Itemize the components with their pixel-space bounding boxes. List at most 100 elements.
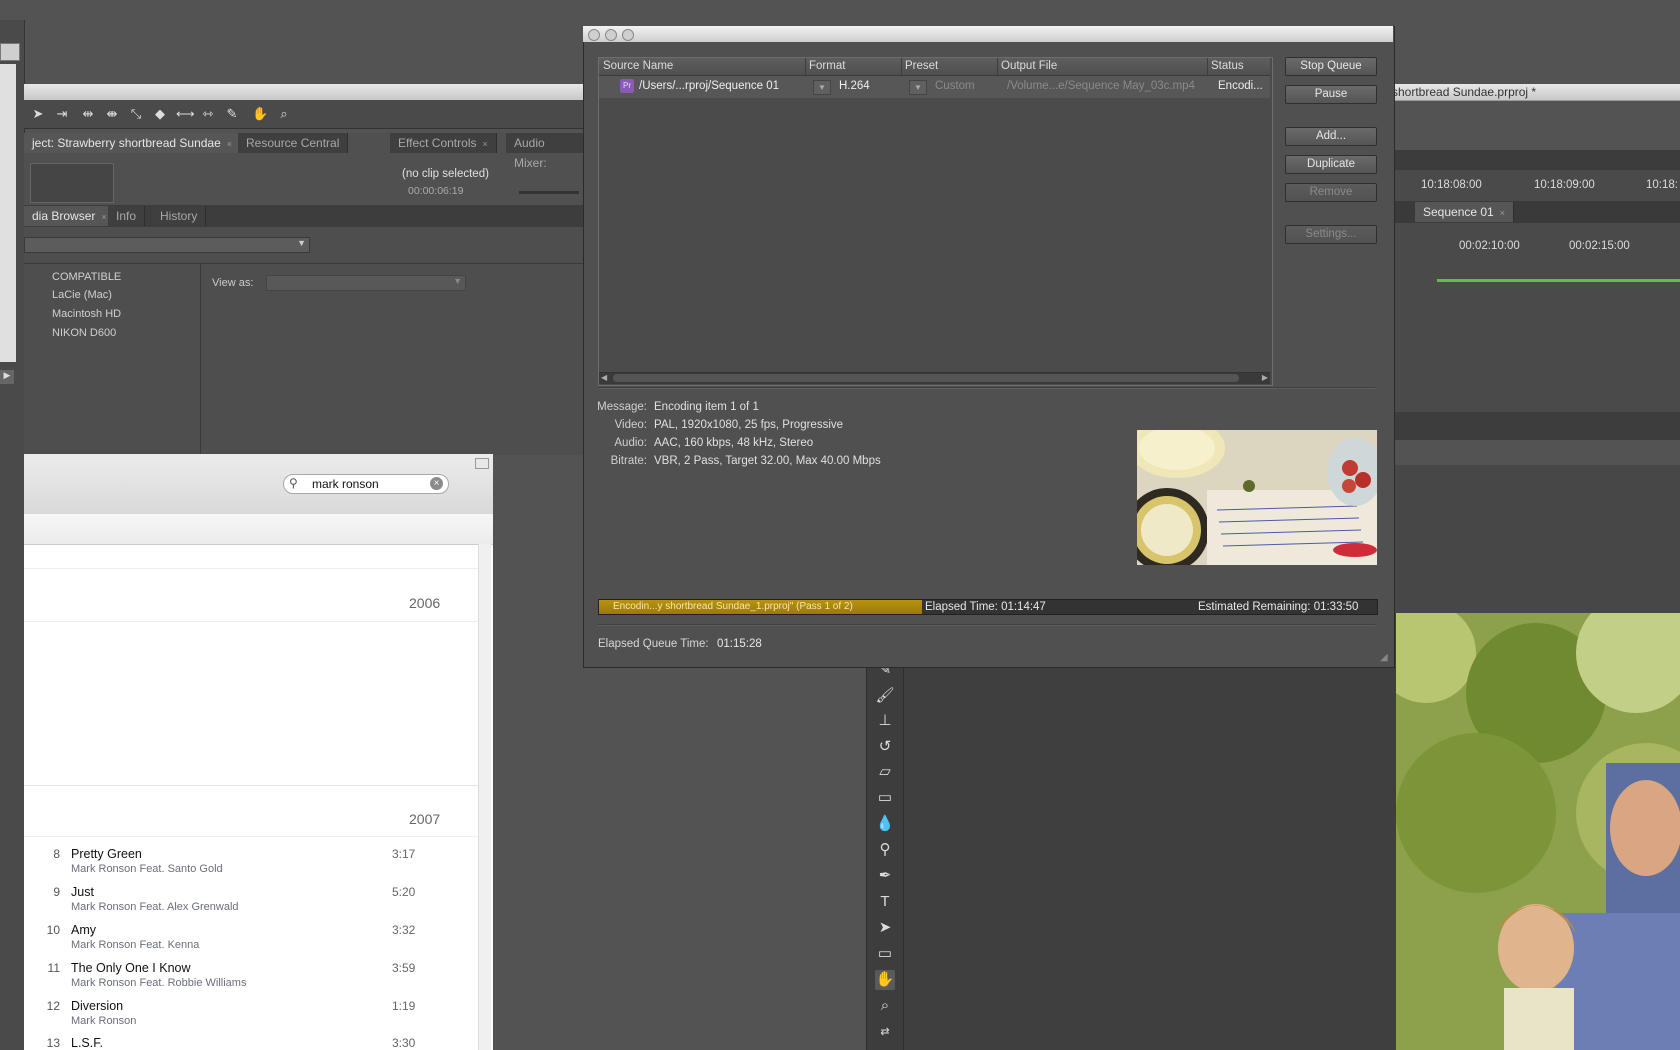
col-separator <box>997 58 998 75</box>
table-row[interactable]: Pr /Users/...rproj/Sequence 01 ▼ H.264 ▼… <box>599 76 1270 98</box>
clear-search-icon[interactable]: × <box>430 477 443 490</box>
view-as-dropdown[interactable]: ▼ <box>266 275 466 291</box>
view-as-label: View as: <box>212 277 254 289</box>
close-icon[interactable]: × <box>227 139 232 149</box>
col-status[interactable]: Status <box>1211 60 1244 72</box>
col-output-file[interactable]: Output File <box>1001 60 1057 72</box>
col-source-name[interactable]: Source Name <box>603 60 673 72</box>
track-title[interactable]: L.S.F. <box>71 1036 103 1050</box>
pen-icon[interactable]: ✎ <box>224 106 240 122</box>
drive-item[interactable]: LaCie (Mac) <box>52 289 112 301</box>
track-number: 9 <box>53 885 60 899</box>
eraser-icon[interactable]: ▱ <box>875 762 895 782</box>
minimize-window-button[interactable] <box>605 29 617 41</box>
tab-info-label: Info <box>116 209 137 223</box>
col-format[interactable]: Format <box>809 60 845 72</box>
tab-sequence[interactable]: Sequence 01 × <box>1415 202 1514 222</box>
dodge-icon[interactable]: ⚲ <box>875 840 895 860</box>
blur-icon[interactable]: 💧 <box>875 814 895 834</box>
horizontal-scrollbar[interactable]: ◀ ▶ <box>599 372 1270 384</box>
preset-dropdown[interactable]: ▼ <box>909 80 927 95</box>
hand-icon[interactable]: ✋ <box>875 970 895 990</box>
chevron-down-icon: ▼ <box>297 238 306 248</box>
track-number: 13 <box>46 1036 60 1050</box>
close-icon[interactable]: × <box>1500 208 1505 218</box>
encode-preview-thumbnail <box>1137 430 1377 565</box>
history-brush-icon[interactable]: ↺ <box>875 737 895 757</box>
gradient-icon[interactable]: ▭ <box>875 788 895 808</box>
queue-output[interactable]: /Volume...e/Sequence May_03c.mp4 <box>1007 80 1195 92</box>
search-input[interactable]: mark ronson <box>312 477 379 491</box>
selection-tool-icon[interactable]: ➤ <box>30 106 46 122</box>
zoom-window-button[interactable] <box>622 29 634 41</box>
close-icon[interactable]: × <box>482 139 487 149</box>
pause-button[interactable]: Pause <box>1285 85 1377 104</box>
add-button[interactable]: Add... <box>1285 127 1377 146</box>
format-dropdown[interactable]: ▼ <box>813 80 831 95</box>
queue-preset[interactable]: Custom <box>935 80 975 92</box>
swap-colors-icon[interactable]: ⇄ <box>875 1022 895 1042</box>
scrollbar[interactable] <box>478 544 491 1050</box>
rectangle-icon[interactable]: ▭ <box>875 944 895 964</box>
resize-button[interactable] <box>475 458 489 469</box>
work-area-bar[interactable] <box>1437 279 1680 282</box>
album-section-divider <box>24 785 478 786</box>
track-title[interactable]: Pretty Green <box>71 847 142 861</box>
path-dropdown[interactable]: ▼ <box>24 237 310 253</box>
pen-tool-icon[interactable]: ✒ <box>875 866 895 886</box>
left-strip-play[interactable]: ▶ <box>0 370 14 384</box>
zoom-icon[interactable]: ⌕ <box>276 106 292 122</box>
duplicate-button[interactable]: Duplicate <box>1285 155 1377 174</box>
divider <box>598 387 1375 389</box>
tab-info[interactable]: Info <box>108 206 146 226</box>
track-title[interactable]: Just <box>71 885 94 899</box>
left-strip-button[interactable] <box>0 43 20 61</box>
tab-resource-central[interactable]: Resource Central <box>238 133 349 153</box>
scroll-right-icon[interactable]: ▶ <box>1262 373 1268 382</box>
track-duration: 3:17 <box>392 847 416 861</box>
tab-audio-mixer[interactable]: Audio Mixer: <box>506 133 584 170</box>
razor-icon[interactable]: ◆ <box>152 106 168 122</box>
search-field[interactable]: ⚲ mark ronson × <box>283 474 449 494</box>
slide-icon[interactable]: ⇿ <box>200 106 216 122</box>
ripple-edit-icon[interactable]: ⇹ <box>80 106 96 122</box>
tab-history[interactable]: History <box>152 206 207 226</box>
scroll-thumb[interactable] <box>613 374 1239 382</box>
album-section-divider <box>24 621 478 622</box>
path-select-icon[interactable]: ➤ <box>875 918 895 938</box>
queue-source: /Users/...rproj/Sequence 01 <box>639 80 779 92</box>
settings-button[interactable]: Settings... <box>1285 225 1377 244</box>
video-value: PAL, 1920x1080, 25 fps, Progressive <box>654 419 844 431</box>
rate-stretch-icon[interactable]: ⤡ <box>128 106 144 122</box>
type-icon[interactable]: T <box>875 892 895 912</box>
track-select-icon[interactable]: ⇥ <box>54 106 70 122</box>
stop-queue-button[interactable]: Stop Queue <box>1285 57 1377 76</box>
drive-item[interactable]: COMPATIBLE <box>52 271 121 283</box>
col-preset[interactable]: Preset <box>905 60 938 72</box>
slip-icon[interactable]: ⟷ <box>176 106 195 122</box>
track-title[interactable]: The Only One I Know <box>71 961 191 975</box>
close-window-button[interactable] <box>588 29 600 41</box>
rolling-edit-icon[interactable]: ⇼ <box>104 106 120 122</box>
track-duration: 3:32 <box>392 923 416 937</box>
zoom-slider[interactable] <box>519 191 579 194</box>
tab-project[interactable]: ject: Strawberry shortbread Sundae × <box>24 133 242 153</box>
drive-item[interactable]: Macintosh HD <box>52 308 121 320</box>
scroll-left-icon[interactable]: ◀ <box>601 373 607 382</box>
track-title[interactable]: Diversion <box>71 999 123 1013</box>
divider <box>598 624 1375 626</box>
drive-item[interactable]: NIKON D600 <box>52 327 116 339</box>
hand-icon[interactable]: ✋ <box>252 106 268 122</box>
premiere-title: shortbread Sundae.prproj * <box>1392 85 1537 99</box>
close-icon[interactable]: × <box>101 212 106 222</box>
stamp-icon[interactable]: ⊥ <box>875 711 895 731</box>
tab-effect-controls[interactable]: Effect Controls × <box>390 133 497 153</box>
brush-icon[interactable]: 🖌 <box>875 686 895 706</box>
queue-format[interactable]: H.264 <box>839 80 870 92</box>
tab-media-browser[interactable]: dia Browser × <box>24 206 116 226</box>
zoom-icon[interactable]: ⌕ <box>875 996 895 1016</box>
track-artist: Mark Ronson Feat. Alex Grenwald <box>71 901 239 913</box>
resize-grip-icon[interactable]: ◢ <box>1380 652 1388 663</box>
remove-button[interactable]: Remove <box>1285 183 1377 202</box>
track-title[interactable]: Amy <box>71 923 96 937</box>
